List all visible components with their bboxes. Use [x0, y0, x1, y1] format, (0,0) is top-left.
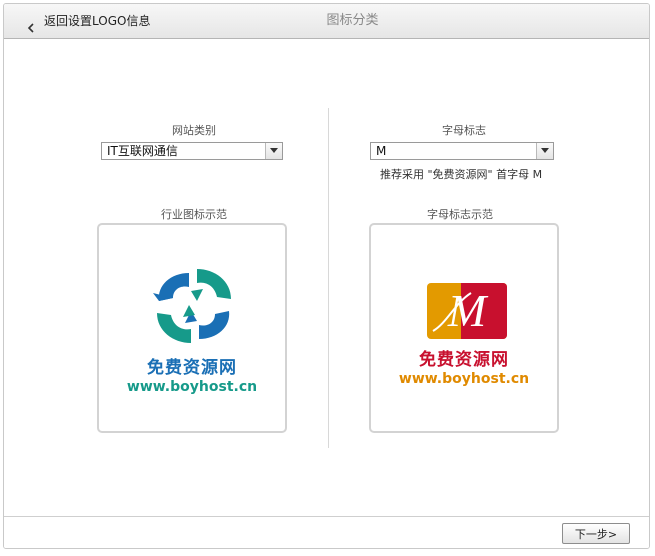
- header-bar: 返回设置LOGO信息 图标分类: [4, 4, 649, 39]
- category-select-value: IT互联网通信: [107, 144, 178, 158]
- letter-preview-label: 字母标志示范: [427, 208, 493, 221]
- page-title: 图标分类: [326, 13, 379, 28]
- category-label: 网站类别: [172, 124, 216, 137]
- footer-bar: 下一步>: [4, 516, 649, 548]
- letter-logo-badge: M: [427, 283, 507, 339]
- letter-logo-url: www.boyhost.cn: [398, 371, 530, 387]
- letter-logo-letter: M: [447, 285, 487, 336]
- letter-mark-label: 字母标志: [442, 124, 486, 137]
- dropdown-arrow-icon[interactable]: [265, 143, 282, 159]
- letter-logo-preview: M 免费资源网 www.boyhost.cn: [369, 223, 559, 433]
- industry-logo-name: 免费资源网: [147, 358, 237, 378]
- letter-logo-name: 免费资源网: [419, 350, 509, 370]
- industry-preview-label: 行业图标示范: [161, 208, 227, 221]
- column-divider: [328, 108, 329, 448]
- dropdown-arrow-icon[interactable]: [536, 143, 553, 159]
- category-select[interactable]: IT互联网通信: [101, 142, 283, 160]
- industry-arrows-icon: [153, 269, 231, 343]
- letter-select[interactable]: M: [370, 142, 554, 160]
- industry-logo-url: www.boyhost.cn: [126, 379, 258, 395]
- industry-logo-preview: 免费资源网 www.boyhost.cn: [97, 223, 287, 433]
- next-step-button[interactable]: 下一步>: [562, 523, 630, 544]
- dialog-window: 返回设置LOGO信息 图标分类 网站类别 IT互联网通信 行业图标示范 免费资源…: [3, 3, 650, 549]
- letter-select-value: M: [376, 144, 387, 158]
- letter-hint-text: 推荐采用 "免费资源网" 首字母 M: [380, 168, 543, 181]
